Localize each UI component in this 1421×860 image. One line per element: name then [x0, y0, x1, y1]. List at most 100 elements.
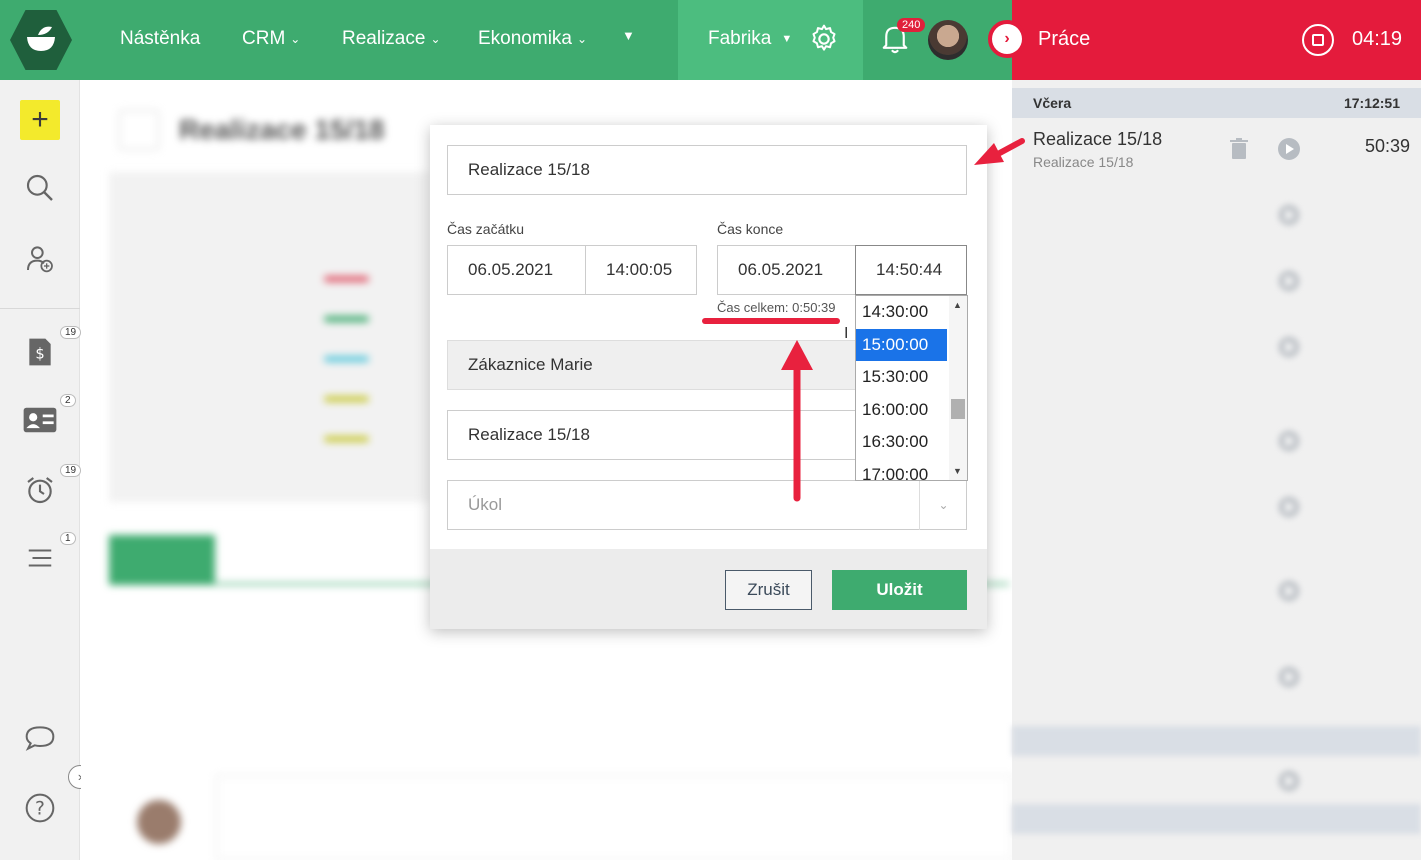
work-entry	[1012, 184, 1421, 250]
notification-count-badge: 240	[897, 18, 926, 32]
nav-dashboard[interactable]: Nástěnka	[120, 28, 200, 50]
task-select[interactable]: Úkol	[447, 480, 967, 530]
blurred-comment-box	[216, 775, 1012, 860]
workspace-switcher[interactable]: Fabrika ▼	[708, 28, 792, 50]
blurred-bar	[324, 276, 369, 282]
blurred-avatar	[137, 800, 181, 844]
play-icon	[1278, 770, 1300, 792]
add-user-icon	[27, 246, 53, 273]
work-panel-title: Práce	[1038, 28, 1091, 50]
sidebar-divider	[0, 308, 80, 309]
blurred-active-tab	[109, 535, 215, 585]
chat-button[interactable]	[20, 718, 60, 758]
play-icon	[1278, 430, 1300, 452]
work-entry	[1012, 410, 1421, 476]
end-time-label: Čas konce	[717, 221, 784, 237]
blurred-bar	[324, 436, 369, 442]
start-date-field[interactable]: 06.05.2021	[447, 245, 586, 295]
help-icon: ?	[25, 793, 55, 823]
work-entry	[1012, 560, 1421, 626]
end-time-field[interactable]: 14:50:44	[855, 245, 967, 295]
stop-icon	[1312, 34, 1324, 46]
end-date-field[interactable]: 06.05.2021	[717, 245, 856, 295]
blurred-bar	[324, 396, 369, 402]
work-entry	[1012, 316, 1421, 382]
time-option-selected[interactable]: 15:00:00	[856, 328, 947, 361]
play-icon	[1278, 270, 1300, 292]
time-option[interactable]: 14:30:00	[856, 296, 947, 329]
user-avatar[interactable]	[928, 20, 968, 60]
scrollbar-thumb[interactable]	[951, 399, 965, 419]
save-button[interactable]: Uložit	[832, 570, 967, 610]
nav-ekonomika[interactable]: Ekonomika ⌄	[478, 28, 587, 50]
top-navigation-bar: Nástěnka CRM ⌄ Realizace ⌄ Ekonomika ⌄ ▼ Fa…	[0, 0, 1012, 80]
nav-realizace[interactable]: Realizace ⌄	[342, 28, 441, 50]
dropdown-scrollbar[interactable]: ▲ ▼	[949, 296, 967, 480]
svg-text:$: $	[35, 346, 44, 363]
workspace-name: Fabrika	[708, 28, 772, 49]
work-entry-active[interactable]: Realizace 15/18 Realizace 15/18 50:39	[1012, 118, 1421, 184]
workspace-switcher-area: Fabrika ▼	[678, 0, 863, 80]
scroll-down-icon[interactable]: ▼	[953, 466, 962, 476]
scroll-up-icon[interactable]: ▲	[953, 300, 962, 310]
entry-duration: 50:39	[1364, 136, 1410, 156]
running-timer: 04:19	[1352, 28, 1403, 50]
trash-icon[interactable]	[1230, 138, 1248, 160]
invoice-icon: $	[29, 338, 51, 366]
play-icon[interactable]	[1278, 138, 1300, 160]
work-entries-panel: Včera 17:12:51 Realizace 15/18 Realizace…	[1012, 80, 1421, 860]
work-timer-header: › Práce 04:19	[988, 0, 1421, 80]
add-contact-button[interactable]	[20, 238, 60, 278]
entry-subtitle: Realizace 15/18	[1033, 154, 1134, 170]
work-entry	[1012, 646, 1421, 712]
cancel-button[interactable]: Zrušit	[725, 570, 812, 610]
work-entry	[1012, 250, 1421, 316]
play-icon	[1278, 496, 1300, 518]
chevron-right-icon: ›	[992, 24, 1022, 54]
nav-dashboard-label: Nástěnka	[120, 28, 201, 49]
play-icon	[1278, 336, 1300, 358]
caret-down-icon: ▼	[781, 33, 793, 45]
stop-timer-button[interactable]	[1302, 24, 1334, 56]
start-time-label: Čas začátku	[447, 221, 525, 237]
time-option[interactable]: 16:30:00	[856, 426, 947, 459]
search-icon	[26, 174, 53, 201]
search-button[interactable]	[20, 168, 60, 208]
time-option[interactable]: 17:00:00	[856, 459, 947, 481]
entry-name-field[interactable]: Realizace 15/18	[447, 145, 967, 195]
annotation-underline	[702, 318, 840, 324]
time-option[interactable]: 15:30:00	[856, 361, 947, 394]
time-options-dropdown[interactable]: 14:30:00 15:00:00 15:30:00 16:00:00 16:3…	[855, 295, 968, 481]
invoices-button[interactable]: $ 19	[20, 326, 82, 372]
blurred-bar	[324, 316, 369, 322]
nav-crm[interactable]: CRM ⌄	[242, 28, 300, 50]
back-button-blurred	[119, 110, 159, 150]
entry-title: Realizace 15/18	[1033, 129, 1163, 149]
edit-work-entry-dialog: Realizace 15/18 Čas začátku 06.05.2021 1…	[430, 125, 987, 629]
gear-icon[interactable]	[808, 23, 840, 55]
play-icon	[1278, 580, 1300, 602]
time-option[interactable]: 16:00:00	[856, 394, 947, 427]
nav-more-dropdown[interactable]: ▼	[622, 28, 635, 43]
nav-crm-label: CRM	[242, 28, 286, 49]
invoices-badge: 19	[60, 326, 82, 339]
chevron-down-icon: ⌄	[290, 32, 301, 46]
add-new-button[interactable]: +	[20, 100, 60, 140]
tasks-button[interactable]: 1	[20, 532, 76, 578]
contacts-button[interactable]: 2	[20, 394, 76, 440]
play-icon	[1278, 666, 1300, 688]
chevron-down-icon[interactable]: ⌄	[919, 480, 967, 530]
tasks-badge: 1	[60, 532, 76, 545]
help-button[interactable]: ?	[20, 788, 60, 828]
left-sidebar: + $ 19 2 19 1 ? ›	[0, 80, 92, 860]
app-logo[interactable]	[10, 10, 72, 70]
reminders-button[interactable]: 19	[20, 464, 82, 510]
blurred-bar	[324, 356, 369, 362]
chevron-down-icon: ⌄	[577, 32, 588, 46]
start-time-field[interactable]: 14:00:05	[585, 245, 697, 295]
contact-card-icon	[23, 407, 57, 433]
reminders-badge: 19	[60, 464, 82, 477]
blurred-page-title: Realizace 15/18	[179, 114, 385, 145]
day-header: Včera 17:12:51	[1012, 88, 1421, 118]
collapse-panel-button[interactable]: ›	[988, 20, 1026, 58]
